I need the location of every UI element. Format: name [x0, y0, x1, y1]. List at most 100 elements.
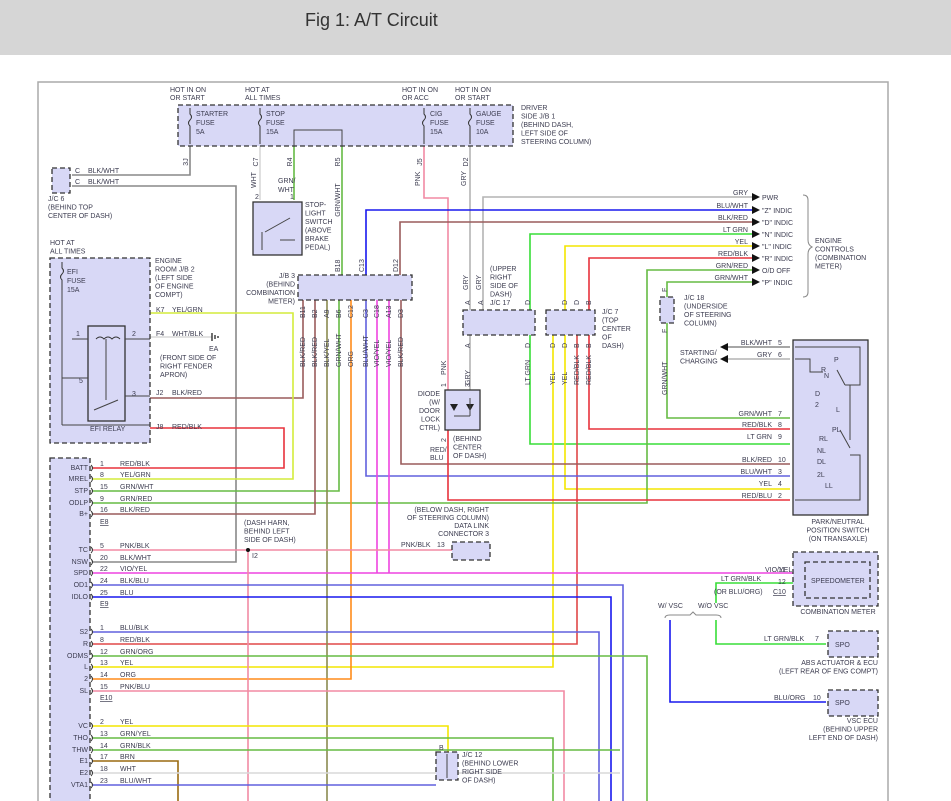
label: 1 [100, 461, 104, 468]
label: RL [819, 436, 828, 443]
label: RIGHT [490, 275, 513, 282]
label: DOOR [419, 408, 440, 415]
jc6-box [51, 167, 71, 194]
label: ORG [120, 672, 136, 679]
label: YEL [735, 239, 748, 246]
label: COMBINATION [246, 290, 295, 297]
label: (TOP [602, 318, 619, 325]
label: BLU [120, 590, 134, 597]
label: VIO/YEL [374, 340, 381, 367]
label: OF DASH) [453, 453, 486, 460]
label: 12 [100, 649, 108, 656]
label: OF [602, 335, 612, 342]
label: (BEHIND TOP [48, 205, 93, 212]
label: GRY [463, 275, 470, 290]
label: (COMBINATION [815, 255, 866, 262]
label: GRN/WHT [336, 333, 343, 367]
label: 15 [100, 484, 108, 491]
label: YEL [550, 372, 557, 385]
label: DATA LINK [454, 523, 489, 530]
brace-icon [802, 194, 814, 298]
label: 3 [132, 391, 136, 398]
label: DIODE [418, 391, 441, 398]
label: D [525, 300, 532, 305]
ecm-terminal-label: OD1 [74, 582, 89, 589]
connector-pin-icon [90, 640, 93, 648]
ecm-terminal-label: ODMS [67, 653, 88, 660]
at-circuit-wiring-diagram: STARTERFUSE5ASTOPFUSE15ACIGFUSE15AGAUGEF… [37, 81, 889, 801]
ecm-terminal-label: SL [79, 688, 88, 695]
label: YEL/GRN [120, 472, 151, 479]
signal-arrow-icon [752, 218, 760, 226]
label: OR START [455, 95, 490, 102]
label: BLU/BLK [120, 625, 149, 632]
label: W/O VSC [698, 603, 728, 610]
label: CENTER OF DASH) [48, 213, 112, 220]
ecm-terminal-label: TC [79, 547, 88, 554]
label: 9 [778, 434, 782, 441]
label: D [525, 343, 532, 348]
connector-id: E9 [100, 601, 109, 608]
label: 5 [100, 543, 104, 550]
label: B2 [312, 309, 319, 318]
label: 22 [100, 566, 108, 573]
label: GRY [476, 275, 483, 290]
label: FUSE [430, 120, 449, 127]
label: 15A [430, 129, 443, 136]
label: STOP- [305, 202, 327, 209]
brace-icon [664, 611, 722, 619]
label: DASH) [602, 343, 624, 350]
label: ORG [348, 351, 355, 367]
label: BLU/ORG [774, 695, 806, 702]
label: OF STEERING COLUMN) [407, 515, 489, 522]
label: 2 [778, 493, 782, 500]
label: RED/BLK [574, 355, 581, 385]
label: PNK [441, 360, 448, 375]
label: 5 [778, 340, 782, 347]
label: (BEHIND [453, 436, 482, 443]
label: BLU/WHT [363, 335, 370, 367]
label: COMPT) [155, 292, 183, 299]
label: 1 [100, 625, 104, 632]
label: EFI RELAY [90, 426, 126, 433]
label: (LEFT SIDE [155, 275, 193, 282]
connector-id: E10 [100, 695, 113, 702]
label: B11 [300, 306, 307, 318]
charging-arrow-icon [720, 355, 728, 363]
signal-arrow-icon [752, 206, 760, 214]
label: A [465, 300, 472, 305]
label: (BEHIND DASH, [521, 122, 573, 129]
label: YEL [759, 481, 772, 488]
connector-pin-icon [90, 569, 93, 577]
label: RED/BLK [586, 355, 593, 385]
label: BEHIND LEFT [244, 529, 290, 536]
label: YEL [562, 372, 569, 385]
label: (UNDERSIDE [684, 304, 728, 311]
label: 18 [100, 766, 108, 773]
label: (BEHIND [266, 282, 295, 289]
label: A9 [324, 309, 331, 318]
label: OR START [170, 95, 205, 102]
starting-arrow-icon [720, 343, 728, 351]
label: B [574, 343, 581, 348]
wire-blk-red-d [399, 221, 752, 275]
label: BLK/WHT [88, 179, 120, 186]
label: SIDE J/B 1 [521, 114, 555, 121]
label: C [75, 168, 80, 175]
label: (ON TRANSAXLE) [809, 536, 868, 543]
label: BLK/BLU [120, 578, 149, 585]
label: J5 [417, 158, 424, 166]
label: RED/ [430, 447, 447, 454]
label: FUSE [266, 120, 285, 127]
label: BLU/WHT [741, 469, 773, 476]
label: 7 [815, 636, 819, 643]
label: C [75, 179, 80, 186]
driver-jb1-box [177, 104, 514, 147]
label: LT GRN [525, 360, 532, 385]
label: "P" INDIC [762, 280, 793, 287]
wire-l-yel [92, 335, 554, 668]
label: BLK/RED [300, 337, 307, 367]
connector-pin-icon [90, 546, 93, 554]
label: BLK/WHT [120, 555, 152, 562]
signal-arrow-icon [752, 230, 760, 238]
